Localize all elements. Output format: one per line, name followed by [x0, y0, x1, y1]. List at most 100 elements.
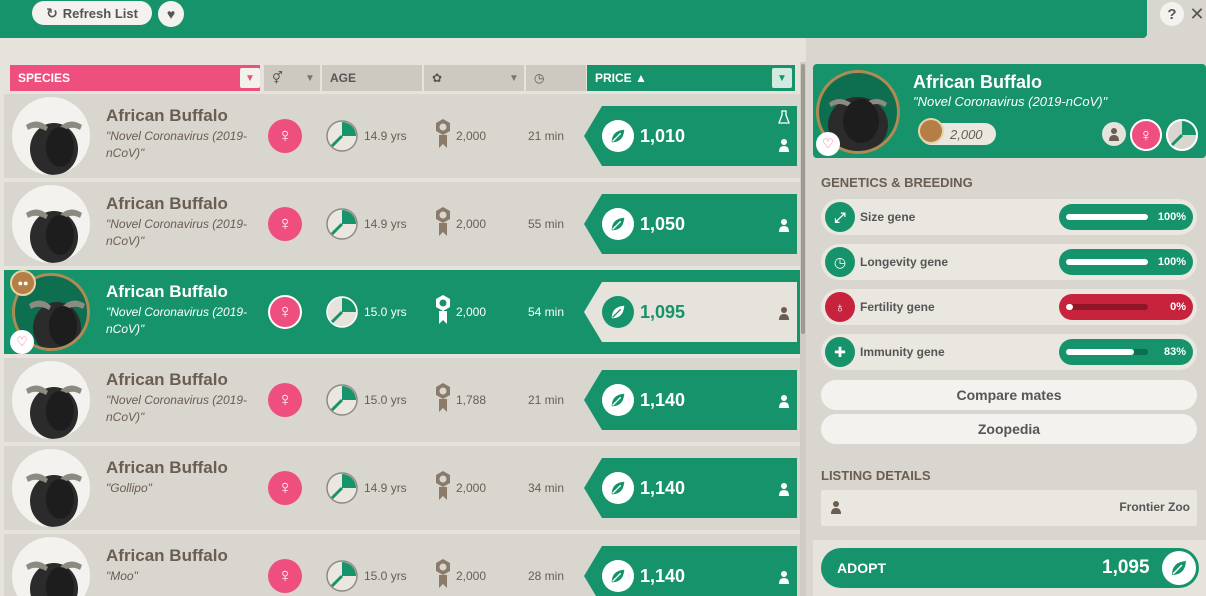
animal-name: African Buffalo — [106, 458, 228, 477]
animal-avatar — [12, 97, 90, 175]
list-item[interactable]: African Buffalo "Moo" ♀ 15.0 yrs 2,000 2… — [4, 534, 800, 596]
animal-name: African Buffalo — [106, 546, 228, 565]
buffalo-portrait-icon — [26, 561, 82, 596]
list-item[interactable]: African Buffalo "Novel Coronavirus (2019… — [4, 182, 800, 266]
owner-icon — [779, 571, 789, 584]
species-column-header[interactable]: SPECIES — [10, 65, 260, 91]
leaf-currency-icon — [602, 296, 634, 328]
gender-header-icon: ⚥ — [272, 71, 283, 85]
fertility-filter-icon[interactable]: ▼ — [504, 68, 524, 88]
detail-age-icon — [1166, 119, 1198, 151]
age-column-header[interactable]: AGE — [322, 65, 422, 91]
animal-age: 14.9 yrs — [364, 217, 407, 231]
buffalo-portrait-icon — [26, 121, 82, 175]
animal-age: 14.9 yrs — [364, 129, 407, 143]
animal-price: 1,095 — [640, 302, 686, 322]
gene-bar — [1066, 304, 1148, 310]
buffalo-portrait-icon — [26, 385, 82, 439]
list-scrollbar-thumb[interactable] — [801, 64, 805, 334]
animal-avatar — [12, 537, 90, 596]
gene-label: Fertility gene — [860, 300, 935, 314]
list-item[interactable]: African Buffalo "Novel Coronavirus (2019… — [4, 94, 800, 178]
animal-age: 15.0 yrs — [364, 305, 407, 319]
listing-time-left: 54 min — [528, 305, 565, 319]
animal-name: African Buffalo — [106, 194, 228, 213]
refresh-icon: ↻ — [46, 4, 58, 21]
animal-avatar — [12, 185, 90, 263]
favorites-button[interactable]: ♥ — [158, 1, 184, 27]
price-filter-icon[interactable]: ▼ — [772, 68, 792, 88]
detail-favorite-icon[interactable]: ♡ — [816, 132, 840, 156]
gene-bar-fill — [1066, 304, 1073, 310]
animal-age: 15.0 yrs — [364, 569, 407, 583]
gene-bar-fill — [1066, 349, 1135, 355]
list-item[interactable]: African Buffalo "Novel Coronavirus (2019… — [4, 358, 800, 442]
favorite-heart-icon[interactable]: ♡ — [10, 330, 34, 354]
detail-name: African Buffalo — [913, 72, 1043, 92]
fertility-medal-icon — [918, 118, 944, 144]
animal-nickname: "Novel Coronavirus (2019-nCoV)" — [106, 129, 247, 160]
animal-price: 1,050 — [640, 214, 686, 234]
gender-female-icon: ♀ — [268, 119, 302, 153]
fertility-medal-icon — [436, 119, 450, 148]
listing-time-left: 28 min — [528, 569, 565, 583]
species-filter-icon[interactable]: ▼ — [240, 68, 260, 88]
listing-time-left: 21 min — [528, 393, 565, 407]
listing-owner: Frontier Zoo — [1119, 500, 1190, 514]
animal-avatar — [12, 449, 90, 527]
gene-bar-fill — [1066, 214, 1148, 220]
list-item[interactable]: African Buffalo "Gollipo" ♀ 14.9 yrs 2,0… — [4, 446, 800, 530]
age-icon — [326, 384, 358, 416]
owner-icon — [779, 219, 789, 232]
owner-icon — [831, 501, 841, 514]
list-item[interactable]: ●● ♡ African Buffalo "Novel Coronavirus (… — [4, 270, 800, 354]
animal-nickname: "Novel Coronavirus (2019-nCoV)" — [106, 305, 247, 336]
leaf-currency-icon — [1162, 551, 1196, 585]
gender-filter-icon[interactable]: ▼ — [300, 68, 320, 88]
animal-price: 1,010 — [640, 126, 686, 146]
animal-name: African Buffalo — [106, 106, 228, 125]
detail-gender-female-icon: ♀ — [1130, 119, 1162, 151]
listing-time-left: 55 min — [528, 217, 565, 231]
animal-fertility: 2,000 — [456, 217, 487, 231]
gene-label: Size gene — [860, 210, 916, 224]
compare-mates-button[interactable]: Compare mates — [821, 380, 1197, 410]
gene-bar-fill — [1066, 259, 1148, 265]
fertility-medal-icon — [436, 207, 450, 236]
price-column-header[interactable]: PRICE ▲ — [587, 65, 795, 91]
owner-icon — [779, 483, 789, 496]
gene-value: 100% — [1157, 256, 1186, 268]
time-column-header[interactable]: ◷ — [526, 65, 586, 91]
heart-icon: ♥ — [166, 6, 176, 22]
gender-female-icon: ♀ — [268, 471, 302, 505]
detail-owner-icon — [1102, 122, 1126, 146]
animal-fertility: 2,000 — [456, 129, 487, 143]
gender-female-icon: ♀ — [268, 559, 302, 593]
gene-bar — [1066, 349, 1148, 355]
animal-name: African Buffalo — [106, 370, 228, 389]
fertility-medal-icon — [436, 383, 450, 412]
gene-value: 100% — [1157, 211, 1186, 223]
fertility-medal-icon — [436, 471, 450, 500]
animal-price: 1,140 — [640, 478, 686, 498]
price-header-label: PRICE ▲ — [595, 71, 647, 85]
detail-fertility-value: 2,000 — [950, 127, 983, 142]
age-header-label: AGE — [330, 71, 357, 85]
gender-female-icon: ♀ — [268, 383, 302, 417]
zoopedia-button[interactable]: Zoopedia — [821, 414, 1197, 444]
clock-icon: ◷ — [534, 71, 545, 85]
refresh-list-button[interactable]: ↻ Refresh List — [32, 1, 152, 25]
refresh-label: Refresh List — [62, 5, 138, 21]
owner-icon — [779, 139, 789, 152]
gene-label: Immunity gene — [860, 345, 945, 359]
close-button[interactable]: ✕ — [1188, 2, 1206, 26]
detail-nickname: "Novel Coronavirus (2019-nCoV)" — [913, 94, 1108, 109]
animal-age: 15.0 yrs — [364, 393, 407, 407]
list-header: SPECIES ▼ ⚥ ▼ AGE ✿ ▼ ◷ PRICE ▲ ▼ — [10, 65, 800, 91]
help-button[interactable]: ? — [1160, 2, 1184, 26]
animal-nickname: "Novel Coronavirus (2019-nCoV)" — [106, 217, 247, 248]
owner-icon — [779, 395, 789, 408]
animal-fertility: 2,000 — [456, 305, 487, 319]
animal-age: 14.9 yrs — [364, 481, 407, 495]
medal-icon: ●● — [10, 270, 36, 296]
